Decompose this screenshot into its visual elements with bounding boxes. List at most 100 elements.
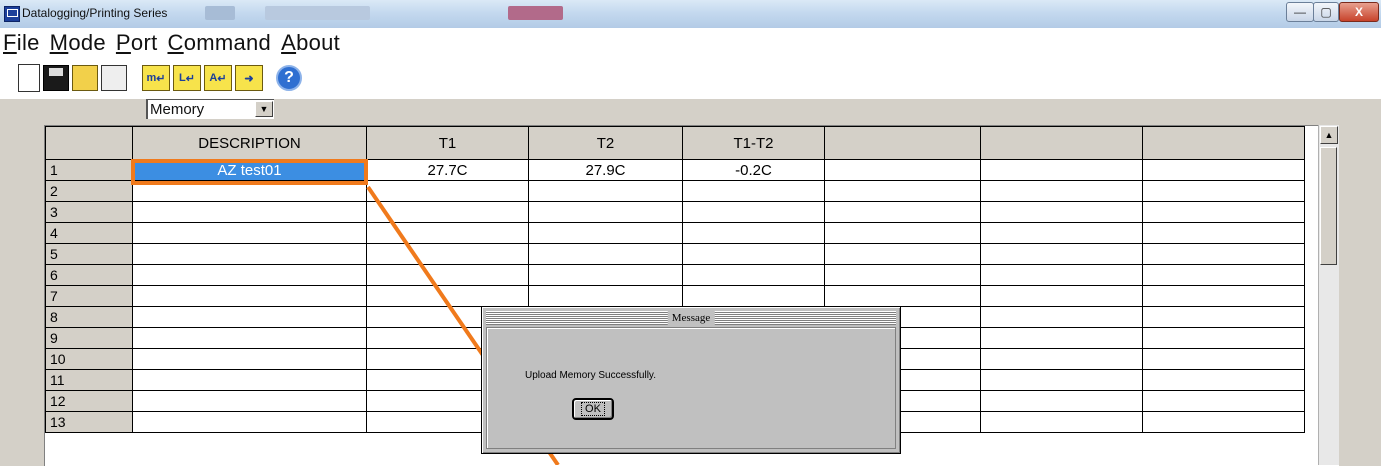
table-cell[interactable] (824, 243, 981, 265)
table-cell[interactable] (528, 285, 683, 307)
table-cell[interactable] (1142, 348, 1305, 370)
table-cell[interactable] (824, 222, 981, 244)
column-header[interactable] (824, 126, 981, 160)
table-cell[interactable] (132, 390, 367, 412)
save-icon[interactable] (43, 65, 69, 91)
table-cell[interactable] (1142, 159, 1305, 181)
table-cell[interactable] (682, 264, 825, 286)
alarm-mode-icon[interactable]: A ↵ (204, 65, 232, 91)
table-cell[interactable] (980, 411, 1143, 433)
table-cell[interactable] (980, 285, 1143, 307)
help-icon[interactable]: ? (276, 65, 302, 91)
export-folder-icon[interactable]: ➜ (235, 65, 263, 91)
row-number[interactable]: 13 (45, 411, 133, 433)
table-cell[interactable] (1142, 369, 1305, 391)
row-number[interactable]: 2 (45, 180, 133, 202)
table-cell[interactable] (132, 243, 367, 265)
column-header[interactable] (1142, 126, 1305, 160)
table-cell[interactable] (980, 180, 1143, 202)
table-cell[interactable] (528, 222, 683, 244)
column-header[interactable]: T1 (366, 126, 529, 160)
open-folder-icon[interactable] (72, 65, 98, 91)
table-cell[interactable]: -0.2C (682, 159, 825, 181)
row-number[interactable]: 10 (45, 348, 133, 370)
table-cell[interactable] (366, 201, 529, 223)
print-icon[interactable] (101, 65, 127, 91)
restore-button[interactable]: ▢ (1313, 2, 1339, 22)
table-cell[interactable] (132, 348, 367, 370)
dialog-title-bar[interactable]: Message (486, 311, 896, 325)
table-cell[interactable] (980, 201, 1143, 223)
table-cell[interactable] (1142, 222, 1305, 244)
table-cell[interactable] (1142, 180, 1305, 202)
scroll-thumb[interactable] (1320, 147, 1337, 265)
menu-command[interactable]: Command (167, 30, 271, 56)
row-number[interactable]: 8 (45, 306, 133, 328)
row-number[interactable]: 3 (45, 201, 133, 223)
table-cell[interactable] (824, 285, 981, 307)
table-cell[interactable] (682, 222, 825, 244)
column-header[interactable] (980, 126, 1143, 160)
table-cell[interactable] (132, 306, 367, 328)
table-cell[interactable] (980, 243, 1143, 265)
row-number[interactable]: 11 (45, 369, 133, 391)
table-cell[interactable] (132, 201, 367, 223)
close-button[interactable]: X (1339, 2, 1379, 22)
table-cell[interactable] (824, 180, 981, 202)
table-cell[interactable] (132, 264, 367, 286)
row-number[interactable]: 9 (45, 327, 133, 349)
column-header[interactable]: T2 (528, 126, 683, 160)
menu-file[interactable]: File (3, 30, 40, 56)
row-number[interactable]: 7 (45, 285, 133, 307)
table-cell[interactable] (824, 159, 981, 181)
table-cell[interactable] (980, 159, 1143, 181)
table-cell[interactable] (132, 285, 367, 307)
table-cell[interactable] (1142, 390, 1305, 412)
row-number[interactable]: 12 (45, 390, 133, 412)
table-cell[interactable] (366, 264, 529, 286)
menu-port[interactable]: Port (116, 30, 158, 56)
table-cell[interactable] (980, 348, 1143, 370)
table-cell[interactable] (366, 180, 529, 202)
table-cell[interactable] (1142, 243, 1305, 265)
table-cell[interactable] (132, 222, 367, 244)
scroll-up-icon[interactable]: ▲ (1320, 126, 1338, 144)
menu-about[interactable]: About (281, 30, 340, 56)
row-number[interactable]: 6 (45, 264, 133, 286)
memory-mode-icon[interactable]: m ↵ (142, 65, 170, 91)
table-cell[interactable] (824, 264, 981, 286)
table-cell[interactable] (682, 285, 825, 307)
table-cell[interactable] (528, 201, 683, 223)
mode-select[interactable]: Memory ▼ (146, 99, 274, 119)
chevron-down-icon[interactable]: ▼ (255, 101, 273, 117)
table-cell[interactable] (1142, 306, 1305, 328)
column-header[interactable]: DESCRIPTION (132, 126, 367, 160)
table-cell[interactable] (366, 285, 529, 307)
table-cell[interactable] (980, 390, 1143, 412)
row-number[interactable]: 4 (45, 222, 133, 244)
table-cell[interactable] (366, 222, 529, 244)
table-cell[interactable] (366, 243, 529, 265)
table-cell[interactable] (132, 327, 367, 349)
table-cell[interactable] (528, 180, 683, 202)
new-file-icon[interactable] (18, 64, 40, 92)
table-cell[interactable] (682, 180, 825, 202)
table-cell[interactable] (132, 411, 367, 433)
menu-mode[interactable]: Mode (50, 30, 106, 56)
row-number[interactable]: 5 (45, 243, 133, 265)
table-cell[interactable] (1142, 411, 1305, 433)
row-number[interactable]: 1 (45, 159, 133, 181)
table-cell[interactable] (682, 243, 825, 265)
table-cell[interactable] (824, 201, 981, 223)
table-cell[interactable] (980, 222, 1143, 244)
table-cell[interactable] (1142, 327, 1305, 349)
ok-button[interactable]: OK (572, 398, 614, 420)
table-cell[interactable] (1142, 264, 1305, 286)
column-header[interactable]: T1-T2 (682, 126, 825, 160)
vertical-scrollbar[interactable]: ▲ (1318, 125, 1339, 465)
table-cell[interactable] (682, 201, 825, 223)
table-cell[interactable] (528, 243, 683, 265)
table-cell[interactable] (980, 369, 1143, 391)
table-cell[interactable]: 27.7C (366, 159, 529, 181)
table-cell[interactable] (1142, 201, 1305, 223)
